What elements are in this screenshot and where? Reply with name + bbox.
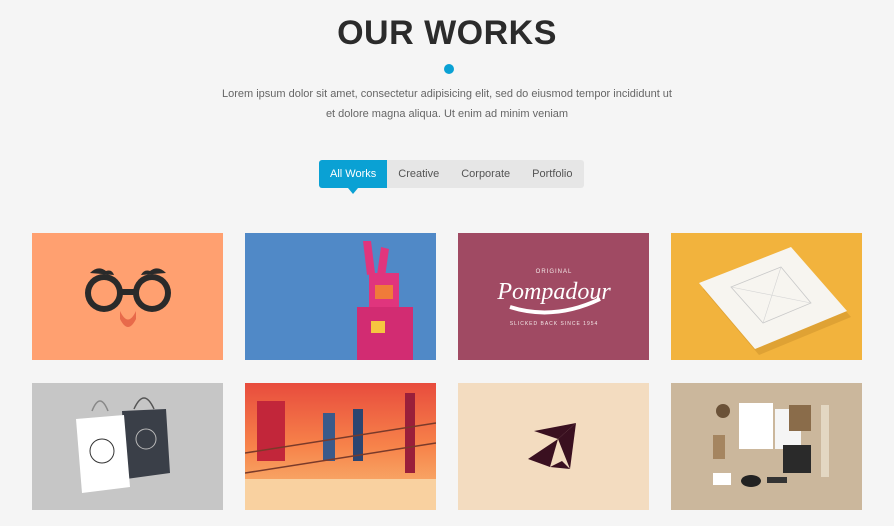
section-description: Lorem ipsum dolor sit amet, consectetur …: [220, 84, 674, 124]
filter-all-works[interactable]: All Works: [319, 160, 388, 194]
portfolio-item-bags[interactable]: [32, 383, 223, 510]
portfolio-item-rabbit[interactable]: [245, 233, 436, 360]
pompadour-logo-top: ORIGINAL: [536, 269, 573, 275]
pink-rabbit-image: [245, 233, 436, 360]
portfolio-grid: ORIGINAL Pompadour SLICKED BACK SINCE 19…: [32, 233, 862, 510]
description-line-2: et dolore magna aliqua. Ut enim ad minim…: [325, 108, 569, 120]
portfolio-item-city[interactable]: [245, 383, 436, 510]
description-line-1: Lorem ipsum dolor sit amet, consectetur …: [221, 88, 672, 100]
portfolio-item-glasses[interactable]: [32, 233, 223, 360]
portfolio-filter-bar: All Works Creative Corporate Portfolio: [319, 160, 584, 194]
portfolio-item-pompadour[interactable]: ORIGINAL Pompadour SLICKED BACK SINCE 19…: [458, 233, 649, 360]
stationery-mockup-image: [671, 383, 862, 510]
shopping-bags-image: [32, 383, 223, 510]
portfolio-item-paper[interactable]: [671, 233, 862, 360]
filter-creative[interactable]: Creative: [387, 160, 450, 188]
title-accent-dot: [444, 64, 454, 74]
filter-portfolio[interactable]: Portfolio: [521, 160, 583, 188]
glasses-disguise-image: [32, 233, 223, 360]
section-title: OUR WORKS: [337, 14, 557, 52]
filter-corporate[interactable]: Corporate: [450, 160, 521, 188]
sunset-city-image: [245, 383, 436, 510]
portfolio-item-bird[interactable]: [458, 383, 649, 510]
paper-mockup-image: [671, 233, 862, 360]
abstract-bird-image: [458, 383, 649, 510]
pompadour-logo-image: ORIGINAL Pompadour SLICKED BACK SINCE 19…: [458, 233, 649, 360]
pompadour-logo-bottom: SLICKED BACK SINCE 1954: [510, 321, 599, 327]
portfolio-item-stationery[interactable]: [671, 383, 862, 510]
